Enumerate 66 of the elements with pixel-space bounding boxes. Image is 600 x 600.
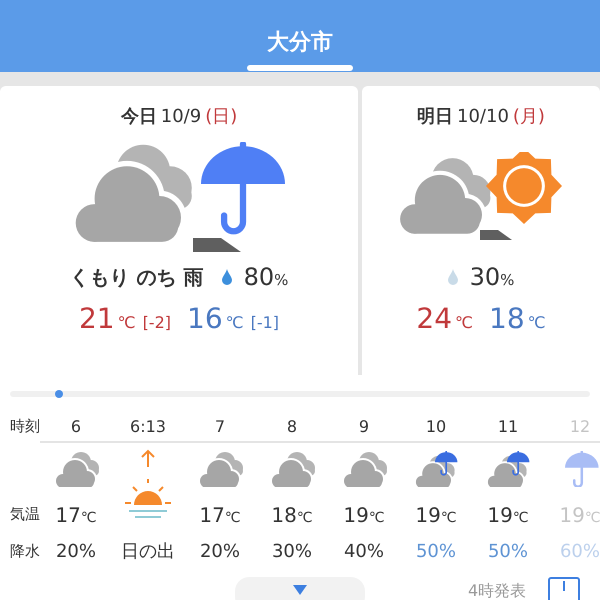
low-temp: 18 <box>489 302 525 335</box>
info-icon[interactable] <box>548 577 580 600</box>
cloud-umbrella-icon <box>73 142 285 254</box>
precip-percent: 20% <box>54 540 97 564</box>
percent-sign: % <box>500 270 514 288</box>
hour-time: 6 <box>70 416 82 438</box>
hour-time: 7 <box>214 416 226 438</box>
precip-percent: 60% <box>558 540 600 564</box>
cloud-icon <box>269 451 315 487</box>
hour-temp: 19 <box>559 503 585 527</box>
temp-label: 気温 <box>9 504 40 524</box>
hour-temp: 19 <box>415 503 441 527</box>
caret-down-icon <box>293 585 307 595</box>
hour-temp: 19 <box>343 503 369 527</box>
temp-difference: [-1] <box>250 313 280 332</box>
hour-temp: 18 <box>271 503 297 527</box>
day-weekday: (月) <box>512 105 545 128</box>
precip-percent: 20% <box>198 540 241 564</box>
day-label: 明日 <box>417 105 454 128</box>
day-date: 10/10 <box>457 106 509 127</box>
cloud-icon <box>197 451 243 487</box>
time-label: 時刻 <box>9 416 40 436</box>
hour-time: 9 <box>358 416 370 438</box>
sunrise-label: 日の出 <box>120 540 176 564</box>
hour-temp: 19 <box>487 503 513 527</box>
celsius-unit: ℃ <box>296 510 313 526</box>
hour-temp: 17 <box>199 503 225 527</box>
hour-time: 8 <box>286 416 298 438</box>
celsius-unit: ℃ <box>226 313 244 332</box>
hour-time: 6:13 <box>129 416 167 438</box>
day-label: 今日 <box>120 105 157 128</box>
celsius-unit: ℃ <box>512 510 529 526</box>
celsius-unit: ℃ <box>528 313 546 332</box>
high-temp: 21 <box>78 302 115 335</box>
precip-label: 降水 <box>9 540 40 562</box>
day-weekday: (日) <box>205 105 238 128</box>
celsius-unit: ℃ <box>584 510 600 526</box>
issued-time: 4時発表 <box>468 581 526 600</box>
temp-difference: [-2] <box>142 313 171 332</box>
percent-sign: % <box>274 270 288 288</box>
cloud-umbrella-icon <box>485 451 531 487</box>
cloud-icon <box>53 451 99 487</box>
precip-percent: 50% <box>486 540 529 564</box>
weather-text: くもり のち 雨 <box>70 264 204 290</box>
city-tab[interactable]: 大分市 <box>247 27 353 72</box>
celsius-unit: ℃ <box>368 510 385 526</box>
precip-percent: 40% <box>342 540 385 564</box>
precip-percent: 30% <box>270 540 313 564</box>
hour-time: 12 <box>568 416 592 438</box>
low-temp: 16 <box>187 302 223 335</box>
hour-temp: 17 <box>55 503 81 527</box>
cloud-umbrella-icon <box>413 451 459 487</box>
celsius-unit: ℃ <box>224 510 241 526</box>
cloud-icon <box>341 451 387 487</box>
celsius-unit: ℃ <box>455 313 473 332</box>
precip-percent: 50% <box>414 540 457 564</box>
day-date: 10/9 <box>160 106 202 127</box>
precip-value: 30 <box>470 263 500 291</box>
hour-time: 11 <box>496 416 520 438</box>
scroll-position-dot <box>55 390 63 398</box>
high-temp: 24 <box>416 302 452 335</box>
celsius-unit: ℃ <box>80 510 97 526</box>
celsius-unit: ℃ <box>440 510 457 526</box>
hour-time: 10 <box>424 416 448 438</box>
celsius-unit: ℃ <box>118 313 136 332</box>
precip-value: 80 <box>244 263 274 291</box>
